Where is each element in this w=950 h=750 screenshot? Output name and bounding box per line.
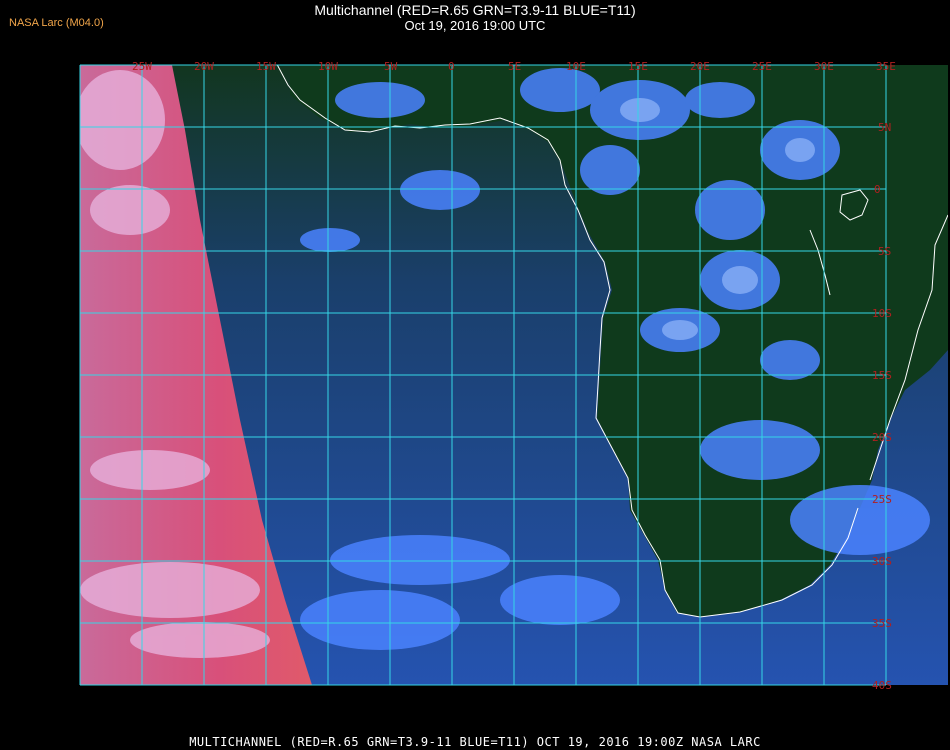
lon-label: 5W: [384, 60, 398, 73]
lat-label: 0: [874, 183, 881, 196]
lon-label: 30E: [814, 60, 834, 73]
lon-label: 0: [448, 60, 455, 73]
satellite-map: 25W 20W 15W 10W 5W 0 5E 10E 15E 20E 25E …: [79, 60, 948, 727]
lon-label: 15E: [628, 60, 648, 73]
lon-label: 25E: [752, 60, 772, 73]
lat-label: 5S: [878, 245, 891, 258]
lat-label: 30S: [872, 555, 892, 568]
lon-label: 20W: [194, 60, 214, 73]
lon-label: 20E: [690, 60, 710, 73]
lon-label: 5E: [508, 60, 521, 73]
lon-label: 35E: [876, 60, 896, 73]
lat-label: 35S: [872, 617, 892, 630]
lon-label: 25W: [132, 60, 152, 73]
image-timestamp: Oct 19, 2016 19:00 UTC: [404, 18, 546, 33]
lat-label: 20S: [872, 431, 892, 444]
lat-label: 10S: [872, 307, 892, 320]
lat-label: 5N: [878, 121, 891, 134]
image-title: Multichannel (RED=R.65 GRN=T3.9-11 BLUE=…: [314, 2, 636, 18]
footer-caption: MULTICHANNEL (RED=R.65 GRN=T3.9-11 BLUE=…: [189, 735, 761, 749]
lon-label: 10W: [318, 60, 338, 73]
lat-label: 25S: [872, 493, 892, 506]
lon-label: 15W: [256, 60, 276, 73]
lon-label: 10E: [566, 60, 586, 73]
lat-label: 15S: [872, 369, 892, 382]
lat-label: 40S: [872, 679, 892, 692]
